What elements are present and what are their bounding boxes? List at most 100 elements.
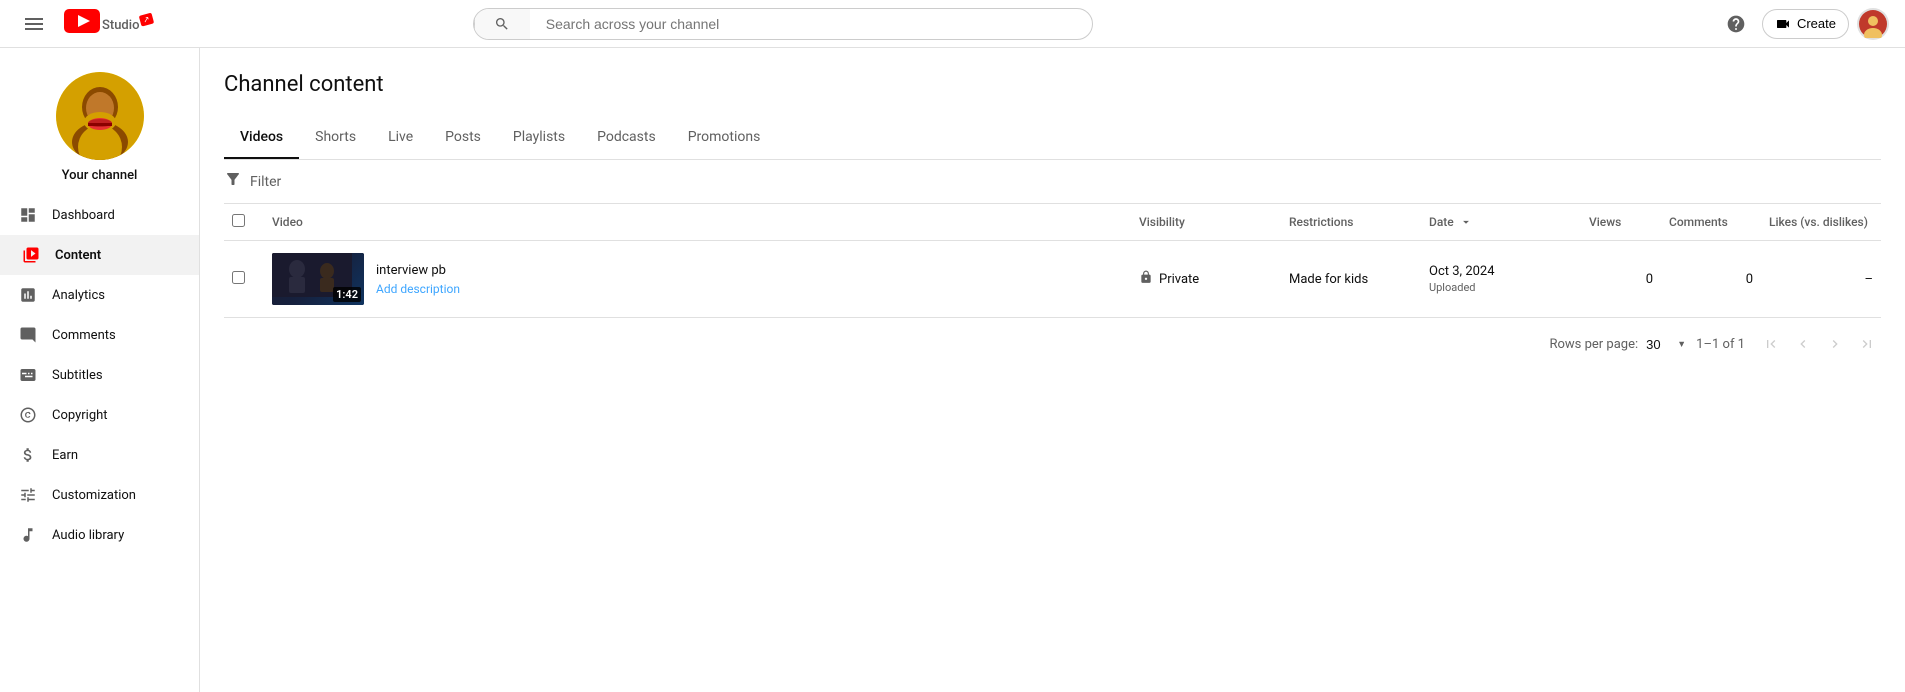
date-content: Oct 3, 2024 Uploaded <box>1429 264 1573 294</box>
help-button[interactable] <box>1718 6 1754 42</box>
page-info: 1–1 of 1 <box>1696 337 1745 352</box>
yt-icon <box>64 9 100 38</box>
likes-value: – <box>1864 272 1873 287</box>
create-button[interactable]: Create <box>1762 9 1849 39</box>
filter-icon <box>224 170 242 193</box>
content-label: Content <box>55 248 101 263</box>
date-main: Oct 3, 2024 <box>1429 264 1573 279</box>
tabs: Videos Shorts Live Posts Playlists Podca… <box>224 117 1881 160</box>
main-layout: Your channel Dashboard Content <box>0 48 1905 692</box>
search-button[interactable] <box>474 8 530 40</box>
comments-header: Comments <box>1661 204 1761 241</box>
restrictions-header: Restrictions <box>1281 204 1421 241</box>
rows-select-wrap: 10 20 30 50 ▾ <box>1646 337 1684 352</box>
channel-avatar[interactable] <box>56 72 144 160</box>
page-title: Channel content <box>224 72 1881 97</box>
video-table: Video Visibility Restrictions Date <box>224 204 1881 318</box>
copyright-icon <box>16 406 40 424</box>
tab-posts[interactable]: Posts <box>429 117 497 159</box>
row-checkbox-cell <box>224 241 264 318</box>
sidebar-item-copyright[interactable]: Copyright <box>0 395 199 435</box>
sidebar-item-earn[interactable]: Earn <box>0 435 199 475</box>
views-value: 0 <box>1646 272 1653 287</box>
first-page-button[interactable] <box>1757 330 1785 358</box>
comments-icon <box>16 326 40 344</box>
last-page-button[interactable] <box>1853 330 1881 358</box>
sidebar-item-dashboard[interactable]: Dashboard <box>0 195 199 235</box>
dashboard-label: Dashboard <box>52 208 115 223</box>
earn-icon <box>16 446 40 464</box>
menu-button[interactable] <box>16 6 52 42</box>
sidebar: Your channel Dashboard Content <box>0 48 200 692</box>
likes-header: Likes (vs. dislikes) <box>1761 204 1881 241</box>
date-sub: Uploaded <box>1429 281 1573 294</box>
rows-per-page: Rows per page: 10 20 30 50 ▾ <box>1549 337 1684 352</box>
analytics-icon <box>16 286 40 304</box>
views-header: Views <box>1581 204 1661 241</box>
row-checkbox[interactable] <box>232 271 245 284</box>
video-thumbnail[interactable]: 1:42 <box>272 253 364 305</box>
select-all-header <box>224 204 264 241</box>
views-cell: 0 <box>1581 241 1661 318</box>
video-info: interview pb Add description <box>376 263 460 296</box>
user-avatar[interactable] <box>1857 8 1889 40</box>
visibility-content: Private <box>1139 270 1273 288</box>
audio-library-icon <box>16 526 40 544</box>
tab-podcasts[interactable]: Podcasts <box>581 117 672 159</box>
dashboard-icon <box>16 206 40 224</box>
tab-videos[interactable]: Videos <box>224 117 299 159</box>
youtube-studio-logo: Studio ↗ <box>64 9 154 38</box>
add-description-link[interactable]: Add description <box>376 282 460 296</box>
subtitles-icon <box>16 366 40 384</box>
comments-value: 0 <box>1746 272 1753 287</box>
private-label: Private <box>1159 272 1199 287</box>
restrictions-value: Made for kids <box>1289 272 1368 287</box>
video-header: Video <box>264 204 1131 241</box>
topbar-left: Studio ↗ <box>16 6 154 42</box>
sidebar-item-subtitles[interactable]: Subtitles <box>0 355 199 395</box>
video-title: interview pb <box>376 263 460 278</box>
likes-cell: – <box>1761 241 1881 318</box>
rows-per-page-label: Rows per page: <box>1549 337 1638 352</box>
table-row: 1:42 interview pb Add description <box>224 241 1881 318</box>
tab-live[interactable]: Live <box>372 117 429 159</box>
visibility-cell: Private <box>1131 241 1281 318</box>
filter-row: Filter <box>224 160 1881 204</box>
prev-page-button[interactable] <box>1789 330 1817 358</box>
restrictions-cell: Made for kids <box>1281 241 1421 318</box>
search-input[interactable] <box>530 16 1092 32</box>
sidebar-item-audio-library[interactable]: Audio library <box>0 515 199 555</box>
select-all-checkbox[interactable] <box>232 214 245 227</box>
rows-dropdown-arrow: ▾ <box>1679 339 1684 350</box>
rows-per-page-select[interactable]: 10 20 30 50 <box>1646 337 1677 352</box>
arrow-badge: ↗ <box>139 13 154 27</box>
video-duration: 1:42 <box>333 287 361 302</box>
sidebar-item-analytics[interactable]: Analytics <box>0 275 199 315</box>
studio-text: Studio <box>102 18 139 33</box>
filter-text: Filter <box>250 174 281 190</box>
video-cell-content: 1:42 interview pb Add description <box>272 253 1123 305</box>
lock-icon <box>1139 270 1153 288</box>
date-cell: Oct 3, 2024 Uploaded <box>1421 241 1581 318</box>
date-header[interactable]: Date <box>1421 204 1581 241</box>
earn-label: Earn <box>52 448 78 463</box>
tab-promotions[interactable]: Promotions <box>672 117 777 159</box>
video-cell: 1:42 interview pb Add description <box>264 241 1131 318</box>
tab-playlists[interactable]: Playlists <box>497 117 581 159</box>
audio-library-label: Audio library <box>52 528 124 543</box>
pagination-buttons <box>1757 330 1881 358</box>
content-area: Channel content Videos Shorts Live Posts… <box>200 48 1905 692</box>
pagination-row: Rows per page: 10 20 30 50 ▾ 1–1 of 1 <box>224 318 1881 370</box>
next-page-button[interactable] <box>1821 330 1849 358</box>
sidebar-item-comments[interactable]: Comments <box>0 315 199 355</box>
tab-shorts[interactable]: Shorts <box>299 117 372 159</box>
copyright-label: Copyright <box>52 408 108 423</box>
customization-label: Customization <box>52 488 136 503</box>
table-header-row: Video Visibility Restrictions Date <box>224 204 1881 241</box>
sidebar-item-customization[interactable]: Customization <box>0 475 199 515</box>
subtitles-label: Subtitles <box>52 368 103 383</box>
customization-icon <box>16 486 40 504</box>
sidebar-item-content[interactable]: Content <box>0 235 199 275</box>
content-icon <box>19 246 43 264</box>
comments-label: Comments <box>52 328 116 343</box>
